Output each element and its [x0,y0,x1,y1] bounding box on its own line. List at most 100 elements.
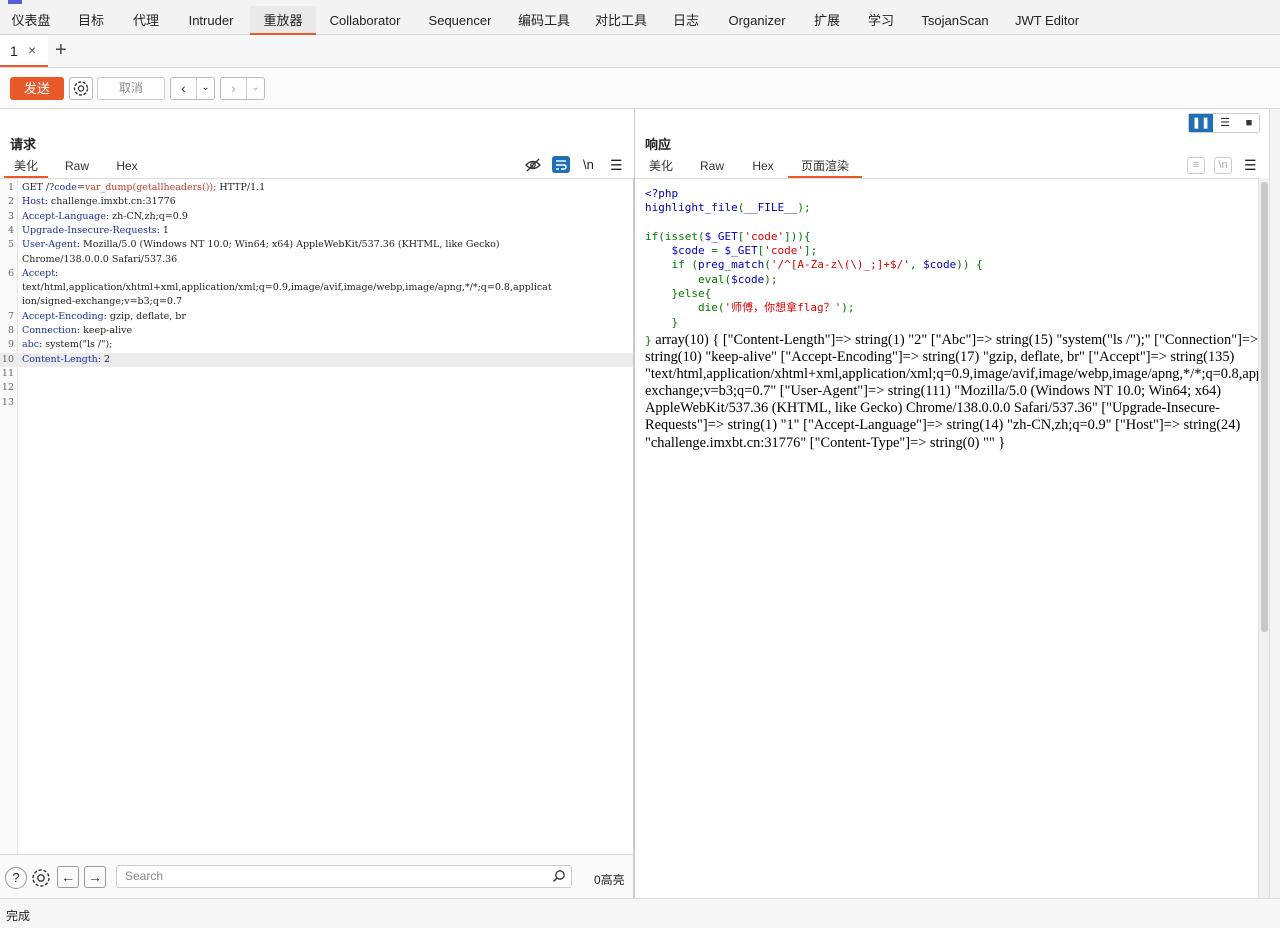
line-text: Connection: keep-alive [22,324,132,338]
tab-collaborator[interactable]: Collaborator [316,6,414,35]
tab-tsojanscan[interactable]: TsojanScan [910,6,1000,35]
php-line [645,216,983,230]
line-text: ion/signed-exchange;v=b3;q=0.7 [22,295,182,309]
single-view-icon[interactable]: ■ [1237,114,1261,132]
send-button[interactable]: 发送 [10,77,64,100]
word-wrap-toggle[interactable] [552,156,570,173]
code-token: Content-Length [22,353,98,365]
add-tab-icon[interactable]: + [55,39,67,62]
editor-line: text/html,application/xhtml+xml,applicat… [0,281,633,295]
close-icon[interactable]: × [28,42,36,58]
tab-comparer[interactable]: 对比工具 [582,6,660,35]
php-line: eval($code); [645,273,983,287]
php-line: <?php [645,187,983,201]
wrap-lines-icon [556,160,567,170]
php-token: $code [671,244,712,258]
tab-repeater[interactable]: 重放器 [250,6,316,35]
php-line: } [645,316,983,330]
tab-render[interactable]: 页面渲染 [788,153,862,178]
tab-jwt-editor[interactable]: JWT Editor [1000,6,1094,35]
tab-extensions[interactable]: 扩展 [802,6,852,35]
tab-learn[interactable]: 学习 [852,6,910,35]
menu-icon[interactable]: ☰ [610,153,623,177]
line-text: abc: system("ls /"); [22,338,112,352]
editor-line: 7 Accept-Encoding: gzip, deflate, br [0,310,633,324]
code-token: ion/signed-exchange;v=b3;q=0.7 [22,296,183,308]
php-close-brace: } [645,334,652,347]
php-token: } [645,315,679,329]
scrollbar-thumb[interactable] [1261,182,1268,632]
hide-eye-icon[interactable] [524,157,542,173]
wrap-lines-icon[interactable]: ≡ [1187,157,1205,174]
tab-hex[interactable]: Hex [106,153,148,178]
line-text: GET /?code=var_dump(getallheaders()); HT… [22,181,265,195]
chevron-down-icon[interactable]: ⌄ [197,78,214,99]
newline-icon[interactable]: \n [583,153,594,177]
request-search-bar: ? ← → Search 0高亮 [0,854,634,898]
request-editor[interactable]: 1 GET /?code=var_dump(getallheaders()); H… [0,178,634,854]
back-arrow-icon[interactable]: ‹ [171,78,197,99]
code-token: : keep-alive [76,325,133,336]
tab-pretty[interactable]: 美化 [4,153,48,178]
tab-organizer[interactable]: Organizer [712,6,802,35]
chevron-down-icon[interactable]: ⌄ [247,78,264,99]
line-text: Accept: [22,267,58,281]
php-line: }else{ [645,287,983,301]
menu-icon[interactable]: ☰ [1244,153,1257,177]
php-token [645,244,672,257]
code-token: : system("ls /"); [39,339,113,351]
cancel-button[interactable]: 取消 [97,77,165,100]
tab-hex[interactable]: Hex [742,153,784,178]
editor-line: 1 GET /?code=var_dump(getallheaders()); H… [0,181,633,195]
code-token: : gzip, deflate, br [103,310,186,322]
highlight-count: 0高亮 [594,873,625,887]
tab-intruder[interactable]: Intruder [172,6,250,35]
previous-match-icon[interactable]: ← [57,866,79,888]
code-token: code [54,182,77,193]
response-panel-title: 响应 [645,137,672,152]
line-text: text/html,application/xhtml+xml,applicat… [22,281,552,295]
help-icon[interactable]: ? [5,867,27,889]
gear-icon[interactable] [29,866,53,890]
tab-target[interactable]: 目标 [62,6,120,35]
php-token: <?php [645,187,679,200]
response-panel: 响应 美化 Raw Hex 页面渲染 ≡ \n ☰ <?php highlight… [635,109,1280,898]
code-token: text/html,application/xhtml+xml,applicat… [22,282,552,294]
inspector-sidebar[interactable] [1269,109,1280,898]
repeater-tab-1[interactable]: 1 × [0,35,48,67]
line-number: 1 [7,182,14,193]
line-text: User-Agent: Mozilla/5.0 (Windows NT 10.0… [22,238,500,252]
php-token: die( [645,301,725,315]
php-token: ); [764,272,778,286]
code-token: : Mozilla/5.0 (Windows NT 10.0; Win64; x… [76,239,500,251]
gear-icon [73,81,89,96]
tab-proxy[interactable]: 代理 [120,6,172,35]
php-token: if ( [645,258,698,272]
tab-sequencer[interactable]: Sequencer [414,6,506,35]
code-token: : zh-CN,zh;q=0.9 [105,210,188,222]
split-horizontal-icon[interactable]: ❚❚ [1189,114,1213,132]
search-input[interactable]: Search [116,865,572,888]
tab-raw[interactable]: Raw [56,153,98,178]
tab-raw[interactable]: Raw [691,153,733,178]
next-match-icon[interactable]: → [84,866,106,888]
php-line: highlight_file(__FILE__); [645,201,983,215]
tab-decoder[interactable]: 编码工具 [506,6,582,35]
split-vertical-icon[interactable]: ☰ [1213,114,1237,132]
tab-pretty[interactable]: 美化 [641,153,681,178]
code-token: = [76,182,85,193]
code-token: : [55,267,59,279]
settings-button[interactable] [69,77,93,100]
code-token: Accept-Language [22,210,106,222]
php-line: if(isset($_GET['code'])){ [645,230,983,244]
newline-icon[interactable]: \n [1214,157,1232,174]
forward-arrow-icon[interactable]: › [221,78,247,99]
code-token: GET /? [22,182,55,193]
line-number: 7 [7,310,14,322]
tab-logger[interactable]: 日志 [660,6,712,35]
history-back-group: ‹ ⌄ [170,77,215,100]
php-token: '师傅，你想拿flag？' [724,301,842,315]
code-token: : 2 [97,353,111,365]
php-line: die('师傅，你想拿flag？'); [645,301,983,315]
tab-dashboard[interactable]: 仪表盘 [0,6,62,35]
